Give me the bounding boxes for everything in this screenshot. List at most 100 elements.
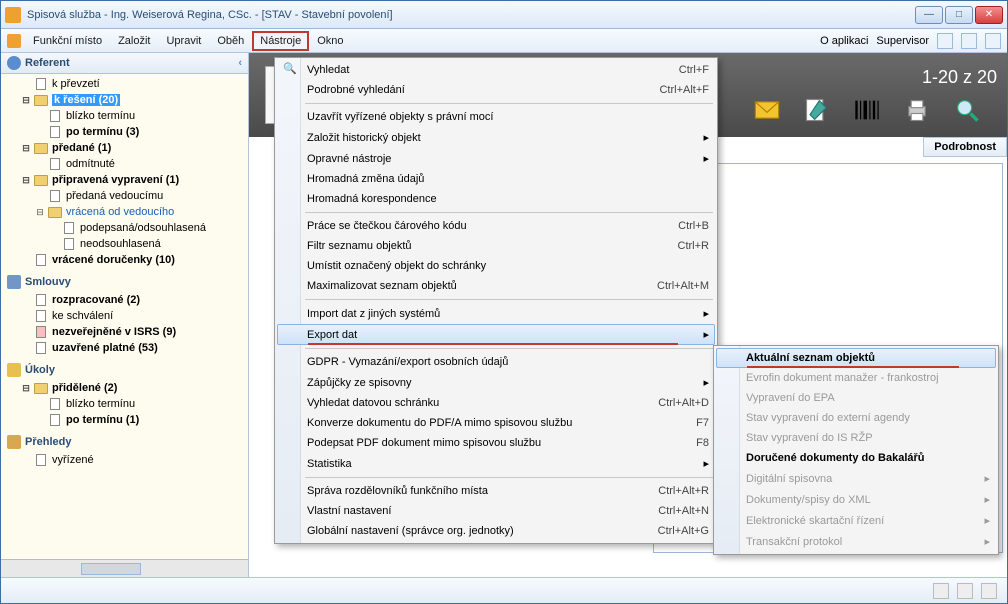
menubar: Funkční místo Založit Upravit Oběh Nástr… <box>1 29 1007 53</box>
menuitem-hromadna-zmena[interactable]: Hromadná změna údajů <box>277 169 715 189</box>
submenuitem-transakcni-protokol[interactable]: Transakční protokol▸ <box>716 531 996 552</box>
menu-funkcni-misto[interactable]: Funkční místo <box>25 31 110 51</box>
tree-predana-vedoucimu[interactable]: předaná vedoucímu <box>3 188 248 204</box>
submenuitem-externi-agenda[interactable]: Stav vypravení do externí agendy <box>716 408 996 428</box>
app-icon <box>5 7 21 23</box>
menuitem-hromadna-korespondence[interactable]: Hromadná korespondence <box>277 189 715 209</box>
minimize-button[interactable]: — <box>915 6 943 24</box>
tree-odmitnute[interactable]: odmítnuté <box>3 156 248 172</box>
menuitem-podrobne-vyhledani[interactable]: Podrobné vyhledáníCtrl+Alt+F <box>277 80 715 100</box>
menuitem-gdpr[interactable]: GDPR - Vymazání/export osobních údajů <box>277 352 715 372</box>
search-icon[interactable] <box>953 96 981 124</box>
menu-nastroje[interactable]: Nástroje <box>252 31 309 51</box>
sidebar-header[interactable]: Referent ‹ <box>1 53 248 74</box>
menu-obeh[interactable]: Oběh <box>209 31 252 51</box>
edit-icon[interactable] <box>803 96 831 124</box>
submenu-arrow-icon: ▸ <box>984 514 990 527</box>
child-close-button[interactable] <box>985 33 1001 49</box>
menuitem-opravne-nastroje[interactable]: Opravné nástroje▸ <box>277 148 715 169</box>
tree-nezverejnene[interactable]: nezveřejněné v ISRS (9) <box>3 324 248 340</box>
menuitem-vlastni-nastaveni[interactable]: Vlastní nastaveníCtrl+Alt+N <box>277 501 715 521</box>
menubar-app-icon <box>7 34 21 48</box>
section-ukoly[interactable]: Úkoly <box>3 360 248 380</box>
tree-predane[interactable]: ⊟předané (1) <box>3 140 248 156</box>
tree-neodsouhlasena[interactable]: neodsouhlasená <box>3 236 248 252</box>
status-icon-3[interactable] <box>981 583 997 599</box>
status-icon-1[interactable] <box>933 583 949 599</box>
tree-vyrizene[interactable]: vyřízené <box>3 452 248 468</box>
menuitem-filtr-seznamu[interactable]: Filtr seznamu objektůCtrl+R <box>277 236 715 256</box>
tree-vracena-od-vedouciho[interactable]: ⊟vrácená od vedoucího <box>3 204 248 220</box>
menuitem-sprava-rozdelovniku[interactable]: Správa rozdělovníků funkčního místaCtrl+… <box>277 481 715 501</box>
tree-pridelene[interactable]: ⊟přidělené (2) <box>3 380 248 396</box>
submenuitem-evrofin[interactable]: Evrofin dokument manažer - frankostroj <box>716 368 996 388</box>
tasks-icon <box>7 363 21 377</box>
submenu-arrow-icon: ▸ <box>703 457 709 470</box>
menuitem-vyhledat-datovou-schranku[interactable]: Vyhledat datovou schránkuCtrl+Alt+D <box>277 393 715 413</box>
tree-ukoly-blizko[interactable]: blízko termínu <box>3 396 248 412</box>
close-button[interactable]: ✕ <box>975 6 1003 24</box>
submenuitem-xml[interactable]: Dokumenty/spisy do XML▸ <box>716 489 996 510</box>
menu-separator <box>305 299 713 300</box>
tree-k-prevzeti[interactable]: k převzetí <box>3 76 248 92</box>
child-restore-button[interactable] <box>961 33 977 49</box>
search-icon: 🔍 <box>283 62 299 78</box>
collapse-icon[interactable]: ‹ <box>238 57 242 69</box>
menuitem-umistit-do-schranky[interactable]: Umístit označený objekt do schránky <box>277 256 715 276</box>
tree-pripravena-vypraveni[interactable]: ⊟připravená vypravení (1) <box>3 172 248 188</box>
status-icon-2[interactable] <box>957 583 973 599</box>
tree-ukoly-po-terminu[interactable]: po termínu (1) <box>3 412 248 428</box>
menuitem-zapujcky[interactable]: Zápůjčky ze spisovny▸ <box>277 372 715 393</box>
submenuitem-digitalni-spisovna[interactable]: Digitální spisovna▸ <box>716 468 996 489</box>
tree-po-terminu[interactable]: po termínu (3) <box>3 124 248 140</box>
barcode-icon[interactable] <box>853 96 881 124</box>
menuitem-konverze-pdf[interactable]: Konverze dokumentu do PDF/A mimo spisovo… <box>277 413 715 433</box>
scroll-thumb[interactable] <box>81 563 141 575</box>
menu-zalozit[interactable]: Založit <box>110 31 158 51</box>
menuitem-zalozit-historicky[interactable]: Založit historický objekt▸ <box>277 127 715 148</box>
statusbar <box>1 577 1007 603</box>
submenu-arrow-icon: ▸ <box>703 328 709 341</box>
submenuitem-is-rzp[interactable]: Stav vypravení do IS RŽP <box>716 428 996 448</box>
menuitem-globalni-nastaveni[interactable]: Globální nastavení (správce org. jednotk… <box>277 521 715 541</box>
submenuitem-epa[interactable]: Vypravení do EPA <box>716 388 996 408</box>
tree-ke-schvaleni[interactable]: ke schválení <box>3 308 248 324</box>
menuitem-statistika[interactable]: Statistika▸ <box>277 453 715 474</box>
tree-podepsana[interactable]: podepsaná/odsouhlasená <box>3 220 248 236</box>
submenuitem-aktualni-seznam[interactable]: Aktuální seznam objektů <box>716 348 996 368</box>
app-window: Spisová služba - Ing. Weiserová Regina, … <box>0 0 1008 604</box>
sidebar-scrollbar[interactable] <box>1 559 248 577</box>
about-link[interactable]: O aplikaci <box>820 35 868 47</box>
menuitem-podepsat-pdf[interactable]: Podepsat PDF dokument mimo spisovou služ… <box>277 433 715 453</box>
tree-rozpracovane[interactable]: rozpracované (2) <box>3 292 248 308</box>
menuitem-maximalizovat-seznam[interactable]: Maximalizovat seznam objektůCtrl+Alt+M <box>277 276 715 296</box>
submenuitem-bakalari[interactable]: Doručené dokumenty do Bakalářů <box>716 448 996 468</box>
menu-okno[interactable]: Okno <box>309 31 351 51</box>
tree-vracene-dorucenky[interactable]: vrácené doručenky (10) <box>3 252 248 268</box>
column-header[interactable]: Podrobnost <box>923 137 1007 157</box>
submenu-arrow-icon: ▸ <box>703 376 709 389</box>
menuitem-vyhledat[interactable]: 🔍VyhledatCtrl+F <box>277 60 715 80</box>
maximize-button[interactable]: □ <box>945 6 973 24</box>
section-prehledy[interactable]: Přehledy <box>3 432 248 452</box>
submenuitem-skartacni-rizeni[interactable]: Elektronické skartační řízení▸ <box>716 510 996 531</box>
section-smlouvy[interactable]: Smlouvy <box>3 272 248 292</box>
print-icon[interactable] <box>903 96 931 124</box>
record-count: 1-20 z 20 <box>922 67 997 88</box>
menuitem-import-dat[interactable]: Import dat z jiných systémů▸ <box>277 303 715 324</box>
tree-uzavrene[interactable]: uzavřené platné (53) <box>3 340 248 356</box>
sidebar: Referent ‹ k převzetí ⊟k řešení (20) blí… <box>1 53 249 577</box>
menu-separator <box>305 212 713 213</box>
tree-blizko-terminu[interactable]: blízko termínu <box>3 108 248 124</box>
menu-upravit[interactable]: Upravit <box>158 31 209 51</box>
export-submenu: Aktuální seznam objektů Evrofin dokument… <box>713 345 999 555</box>
menuitem-uzavrit-vyrizene[interactable]: Uzavřít vyřízené objekty s právní mocí <box>277 107 715 127</box>
menuitem-export-dat[interactable]: Export dat▸ <box>277 324 715 345</box>
tree-k-reseni[interactable]: ⊟k řešení (20) <box>3 92 248 108</box>
menubar-right: O aplikaci Supervisor <box>820 33 1001 49</box>
menuitem-ctecka-caroveho-kodu[interactable]: Práce se čtečkou čárového kóduCtrl+B <box>277 216 715 236</box>
mail-icon[interactable] <box>753 96 781 124</box>
window-title: Spisová služba - Ing. Weiserová Regina, … <box>27 9 393 21</box>
submenu-arrow-icon: ▸ <box>703 152 709 165</box>
child-minimize-button[interactable] <box>937 33 953 49</box>
